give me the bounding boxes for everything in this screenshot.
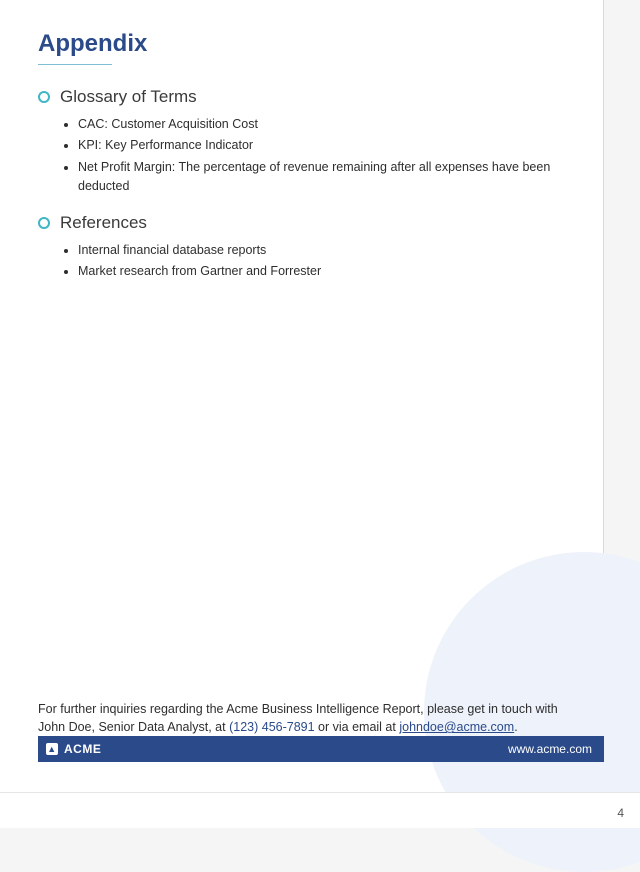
section-header: Glossary of Terms: [38, 87, 574, 107]
title-underline: [38, 64, 112, 65]
brand-name: ACME: [64, 742, 101, 756]
list-item: Net Profit Margin: The percentage of rev…: [78, 158, 574, 197]
document-page: Appendix Glossary of Terms CAC: Customer…: [0, 0, 604, 792]
section-heading: Glossary of Terms: [60, 87, 197, 107]
references-list: Internal financial database reports Mark…: [38, 241, 574, 282]
page-title: Appendix: [38, 30, 574, 58]
brand-logo-icon: ▲: [46, 743, 58, 755]
list-item: CAC: Customer Acquisition Cost: [78, 115, 574, 134]
glossary-list: CAC: Customer Acquisition Cost KPI: Key …: [38, 115, 574, 197]
contact-paragraph: For further inquiries regarding the Acme…: [38, 700, 574, 736]
list-item: Internal financial database reports: [78, 241, 574, 260]
page-gutter: 4: [0, 792, 640, 828]
contact-email-link[interactable]: johndoe@acme.com: [399, 720, 514, 734]
list-item: KPI: Key Performance Indicator: [78, 136, 574, 155]
circle-bullet-icon: [38, 91, 50, 103]
footer-bar: ▲ ACME www.acme.com: [38, 736, 604, 762]
footer-site: www.acme.com: [508, 742, 592, 756]
circle-bullet-icon: [38, 217, 50, 229]
section-references: References Internal financial database r…: [38, 213, 574, 282]
contact-text: or via email at: [315, 720, 400, 734]
page-content: Appendix Glossary of Terms CAC: Customer…: [38, 30, 574, 297]
page-number: 4: [617, 806, 624, 820]
brand-block: ▲ ACME: [46, 742, 101, 756]
contact-phone-link[interactable]: (123) 456-7891: [229, 720, 314, 734]
section-heading: References: [60, 213, 147, 233]
section-header: References: [38, 213, 574, 233]
contact-text: .: [514, 720, 517, 734]
section-glossary: Glossary of Terms CAC: Customer Acquisit…: [38, 87, 574, 197]
list-item: Market research from Gartner and Forrest…: [78, 262, 574, 281]
